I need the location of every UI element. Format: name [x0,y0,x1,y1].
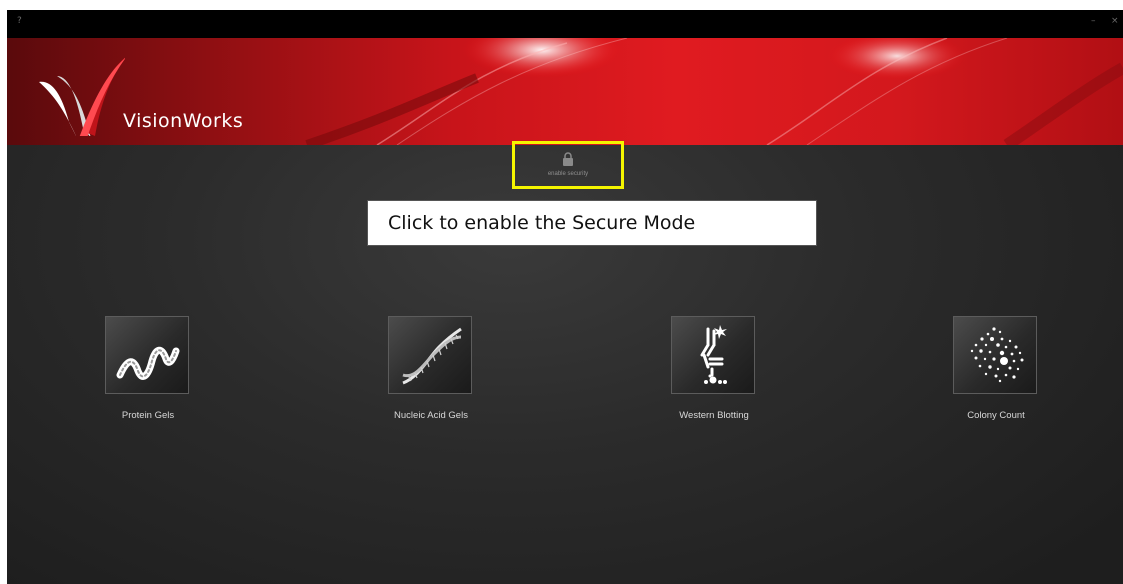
module-label: Western Blotting [679,410,749,421]
module-tile[interactable] [671,316,755,394]
close-button[interactable]: × [1111,15,1119,27]
module-label: Protein Gels [121,410,175,421]
title-bar: ? – × [7,10,1123,38]
help-button[interactable]: ? [17,15,22,27]
module-tile[interactable] [388,316,472,394]
protein-wave-icon [116,346,180,380]
callout-text: Click to enable the Secure Mode [388,212,696,234]
antibody-icon [700,325,727,384]
module-tile[interactable] [105,316,189,394]
enable-security-button[interactable]: enable security [512,141,624,189]
module-tile[interactable] [953,316,1037,394]
enable-security-label: enable security [547,171,589,177]
app-window: ? – × VisionWorks enable security Click … [7,10,1123,584]
brand-name: VisionWorks [123,110,244,132]
module-western-blotting[interactable]: Western Blotting [644,315,784,435]
module-protein-gels[interactable]: Protein Gels [78,315,218,435]
module-colony-count[interactable]: Colony Count [926,315,1066,435]
module-label: Nucleic Acid Gels [394,410,468,421]
module-nucleic-acid-gels[interactable]: Nucleic Acid Gels [361,315,501,435]
colony-dots-icon [970,327,1024,383]
dna-helix-icon [402,327,462,385]
lock-icon [563,152,573,166]
minimize-button[interactable]: – [1091,15,1096,27]
header-banner: VisionWorks [7,38,1123,145]
module-label: Colony Count [967,410,1025,421]
visionworks-logo [39,57,125,136]
instruction-callout: Click to enable the Secure Mode [367,200,817,246]
